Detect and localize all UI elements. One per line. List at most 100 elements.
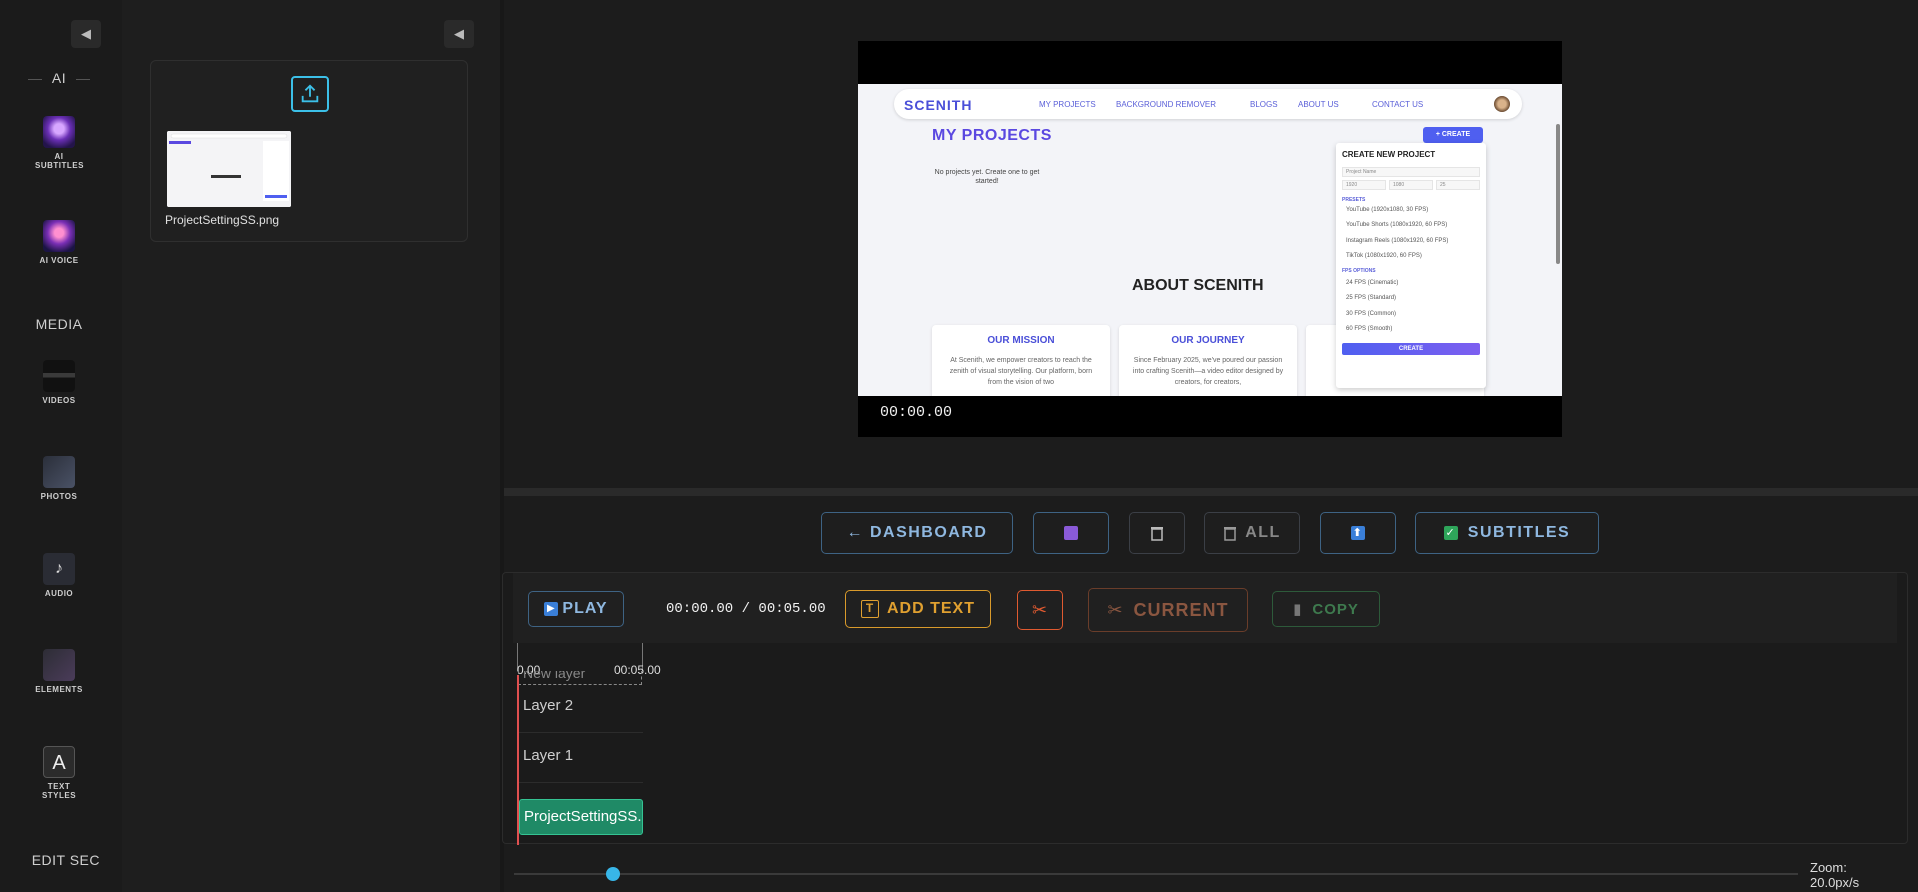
sidebar-item-videos[interactable]: VIDEOS bbox=[22, 360, 96, 405]
site-empty-message: No projects yet. Create one to get start… bbox=[934, 169, 1040, 185]
media-panel-collapse-button[interactable]: ◀ bbox=[444, 20, 474, 48]
modal-option: 60 FPS (Smooth) bbox=[1346, 326, 1393, 332]
timeline-layer[interactable]: Layer 2 bbox=[519, 687, 643, 733]
site-create-button: + CREATE bbox=[1423, 127, 1483, 143]
media-file-name: ProjectSettingSS.png bbox=[165, 213, 280, 227]
modal-input: Project Name bbox=[1342, 167, 1480, 177]
sidebar-item-ai-subtitles[interactable]: AI SUBTITLES bbox=[22, 116, 96, 170]
card-title: OUR MISSION bbox=[987, 335, 1055, 346]
screenshot-thumbnail-image bbox=[167, 131, 291, 207]
site-nav-link: CONTACT US bbox=[1372, 100, 1424, 109]
cut-current-label: CURRENT bbox=[1133, 599, 1229, 620]
modal-input: 1080 bbox=[1389, 180, 1433, 190]
left-sidebar: ◀ AI AI SUBTITLES AI VOICE MEDIA VIDEOS … bbox=[0, 0, 122, 892]
new-layer-drop-zone[interactable]: New layer bbox=[518, 671, 642, 685]
text-styles-icon: A bbox=[43, 746, 75, 778]
modal-title: CREATE NEW PROJECT bbox=[1342, 150, 1436, 159]
delete-button[interactable] bbox=[1129, 512, 1185, 554]
sidebar-item-label: TEXT STYLES bbox=[41, 782, 77, 800]
delete-all-label: ALL bbox=[1245, 524, 1281, 541]
subtitles-button[interactable]: ✓ SUBTITLES bbox=[1415, 512, 1599, 554]
sidebar-item-audio[interactable]: ♪ AUDIO bbox=[22, 553, 96, 598]
modal-option: YouTube Shorts (1080x1920, 60 FPS) bbox=[1346, 222, 1448, 228]
photos-icon bbox=[43, 456, 75, 488]
media-library: ProjectSettingSS.png bbox=[150, 60, 468, 242]
subtitles-label: SUBTITLES bbox=[1467, 524, 1571, 541]
modal-option: 25 FPS (Standard) bbox=[1346, 295, 1397, 301]
sidebar-collapse-button[interactable]: ◀ bbox=[71, 20, 101, 48]
site-nav-link: BACKGROUND REMOVER bbox=[1116, 100, 1217, 109]
upload-icon bbox=[301, 84, 319, 103]
audio-icon: ♪ bbox=[43, 553, 75, 585]
card-text: Since February 2025, we've poured our pa… bbox=[1132, 357, 1284, 386]
trash-icon bbox=[1224, 527, 1237, 541]
add-text-button[interactable]: T ADD TEXT bbox=[845, 590, 991, 628]
clipboard-icon: ▮ bbox=[1293, 601, 1303, 618]
elements-icon bbox=[43, 649, 75, 681]
sidebar-item-photos[interactable]: PHOTOS bbox=[22, 456, 96, 501]
playhead[interactable] bbox=[517, 675, 519, 845]
copy-label: COPY bbox=[1312, 600, 1359, 618]
dashboard-button[interactable]: ← DASHBOARD bbox=[821, 512, 1013, 554]
sidebar-item-label: PHOTOS bbox=[40, 492, 78, 501]
modal-input: 25 bbox=[1436, 180, 1480, 190]
site-about-heading: ABOUT SCENITH bbox=[1132, 277, 1264, 294]
export-button[interactable]: ⬆ bbox=[1320, 512, 1396, 554]
sidebar-item-label: VIDEOS bbox=[42, 396, 76, 405]
cut-button[interactable]: ✂ bbox=[1017, 590, 1063, 630]
timeline-time-display: 00:00.00 / 00:05.00 bbox=[666, 601, 826, 617]
card-text: At Scenith, we empower creators to reach… bbox=[949, 357, 1093, 386]
avatar bbox=[1494, 96, 1510, 112]
preview-timeline-divider[interactable] bbox=[504, 488, 1918, 496]
cut-current-button[interactable]: ✂ CURRENT bbox=[1088, 588, 1248, 632]
zoom-label: Zoom: bbox=[1810, 860, 1847, 875]
save-button[interactable] bbox=[1033, 512, 1109, 554]
site-nav-link: BLOGS bbox=[1250, 100, 1278, 109]
modal-section-label: PRESETS bbox=[1342, 197, 1366, 203]
editor-app: ◀ AI AI SUBTITLES AI VOICE MEDIA VIDEOS … bbox=[0, 0, 1918, 892]
section-label-media: MEDIA bbox=[35, 316, 83, 332]
modal-option: TikTok (1080x1920, 60 FPS) bbox=[1346, 253, 1422, 259]
site-card: OUR JOURNEY Since February 2025, we've p… bbox=[1119, 325, 1297, 396]
ai-subtitles-icon bbox=[43, 116, 75, 148]
site-card: OUR MISSION At Scenith, we empower creat… bbox=[932, 325, 1110, 396]
trash-icon bbox=[1151, 527, 1163, 541]
add-text-label: ADD TEXT bbox=[887, 600, 975, 617]
scissors-icon: ✂ bbox=[1107, 599, 1124, 620]
zoom-readout: Zoom: 20.0px/s bbox=[1810, 860, 1859, 890]
sidebar-item-label: AUDIO bbox=[44, 589, 74, 598]
section-label-ai: AI bbox=[0, 70, 118, 86]
preview-frame-content: SCENITH MY PROJECTS BACKGROUND REMOVER B… bbox=[858, 84, 1562, 396]
media-thumbnail[interactable] bbox=[167, 131, 291, 207]
save-icon bbox=[1064, 526, 1078, 540]
modal-section-label: FPS OPTIONS bbox=[1342, 268, 1376, 274]
zoom-slider-handle[interactable] bbox=[606, 867, 620, 881]
timeline-controls: ▶ PLAY 00:00.00 / 00:05.00 T ADD TEXT ✂ … bbox=[513, 573, 1897, 643]
play-icon: ▶ bbox=[544, 602, 559, 616]
modal-option: Instagram Reels (1080x1920, 60 FPS) bbox=[1346, 238, 1449, 244]
sidebar-item-text-styles[interactable]: A TEXT STYLES bbox=[22, 746, 96, 800]
preview-timecode: 00:00.00 bbox=[880, 404, 953, 421]
zoom-slider-track[interactable] bbox=[514, 873, 1798, 875]
site-nav-link: ABOUT US bbox=[1298, 100, 1339, 109]
zoom-value: 20.0px/s bbox=[1810, 875, 1860, 890]
ai-voice-icon bbox=[43, 220, 75, 252]
upload-icon: ⬆ bbox=[1351, 526, 1365, 540]
sidebar-item-label: ELEMENTS bbox=[35, 685, 83, 694]
upload-button[interactable] bbox=[291, 76, 329, 112]
site-logo: SCENITH bbox=[904, 97, 973, 113]
timeline-panel: ▶ PLAY 00:00.00 / 00:05.00 T ADD TEXT ✂ … bbox=[502, 572, 1908, 845]
checkbox-icon: ✓ bbox=[1443, 526, 1458, 540]
sidebar-item-elements[interactable]: ELEMENTS bbox=[22, 649, 96, 694]
play-label: PLAY bbox=[562, 600, 608, 617]
delete-all-button[interactable]: ALL bbox=[1204, 512, 1300, 554]
play-button[interactable]: ▶ PLAY bbox=[528, 591, 624, 627]
modal-option: YouTube (1920x1080, 30 FPS) bbox=[1346, 207, 1429, 213]
copy-button[interactable]: ▮ COPY bbox=[1272, 591, 1380, 627]
timeline-layer[interactable]: Layer 1 bbox=[519, 737, 643, 783]
site-nav-link: MY PROJECTS bbox=[1039, 100, 1096, 109]
modal-input: 1920 bbox=[1342, 180, 1386, 190]
sidebar-item-ai-voice[interactable]: AI VOICE bbox=[22, 220, 96, 265]
timeline-clip[interactable]: ProjectSettingSS.png bbox=[519, 799, 643, 835]
site-scrollbar bbox=[1556, 124, 1560, 264]
